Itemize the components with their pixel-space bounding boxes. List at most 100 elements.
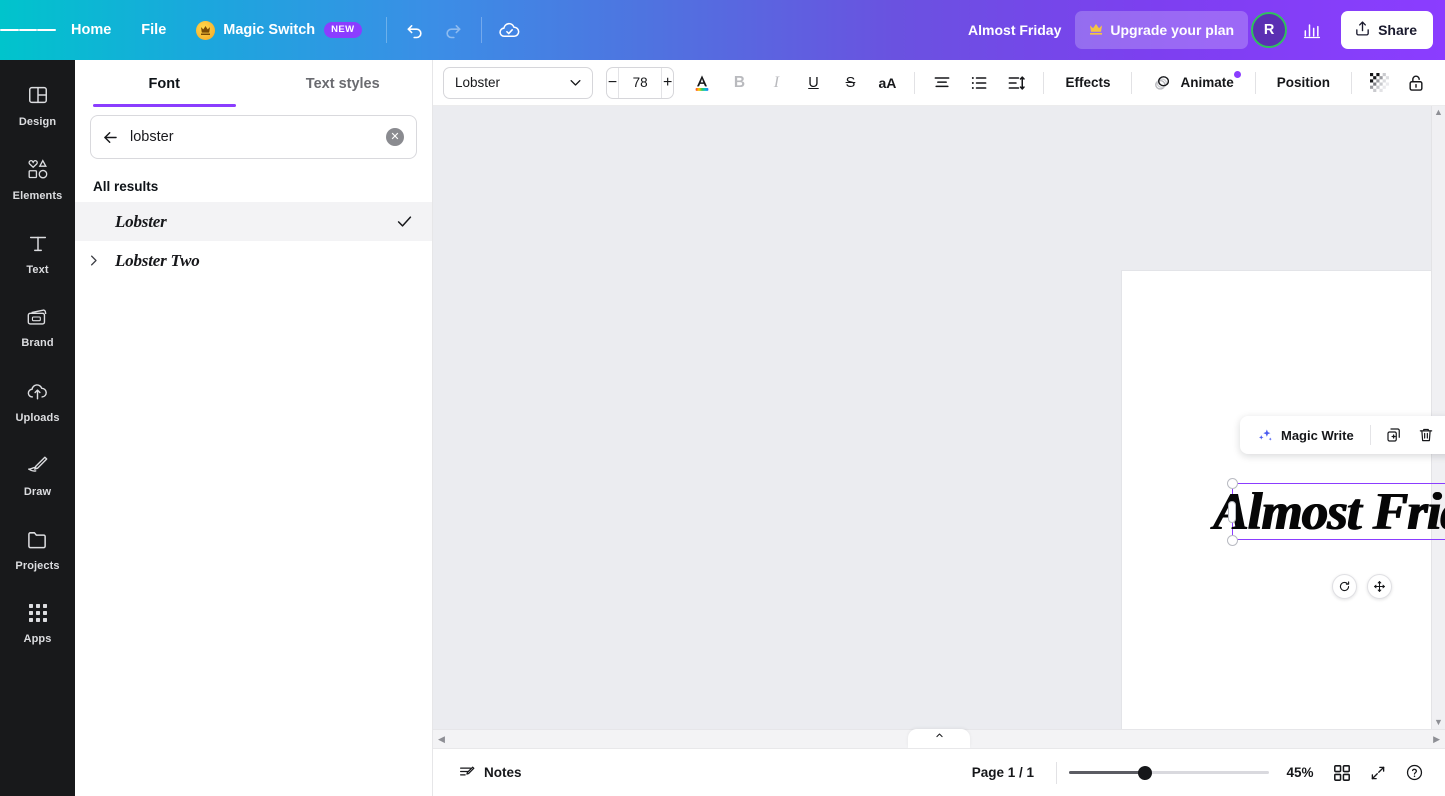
font-family-select[interactable]: Lobster <box>443 66 593 99</box>
bottom-right-group: Page 1 / 1 45% <box>972 756 1431 790</box>
cloud-saved-icon[interactable] <box>491 11 529 49</box>
sidebar-item-uploads[interactable]: Uploads <box>4 366 71 438</box>
lock-icon[interactable] <box>1399 66 1433 100</box>
panel-tabs: Font Text styles <box>75 60 432 107</box>
font-size-increase-button[interactable]: + <box>662 68 673 98</box>
sidebar-item-elements[interactable]: Elements <box>4 144 71 216</box>
top-navigation-bar: Home File Magic Switch NEW Almost Friday… <box>0 0 1445 60</box>
home-label: Home <box>71 22 112 38</box>
pen-icon <box>26 454 50 481</box>
animate-button[interactable]: Animate <box>1142 66 1244 100</box>
font-panel: Font Text styles ✕ All results <box>75 60 433 796</box>
undo-icon[interactable] <box>396 11 434 49</box>
notes-label: Notes <box>484 765 522 780</box>
magic-switch-menu-item[interactable]: Magic Switch NEW <box>183 12 374 48</box>
grid-apps-icon <box>28 603 48 628</box>
transparency-checker-icon[interactable] <box>1362 66 1396 100</box>
strikethrough-button[interactable]: S <box>833 66 867 100</box>
tab-text-styles[interactable]: Text styles <box>254 60 433 107</box>
magic-switch-new-badge: NEW <box>324 22 362 38</box>
upload-icon <box>1354 20 1371 40</box>
chevron-left-icon[interactable]: ◀ <box>438 734 445 744</box>
selected-text-element[interactable]: Almost Friday <box>1213 477 1445 546</box>
font-size-input[interactable] <box>618 67 663 98</box>
animate-circles-icon <box>1153 73 1173 92</box>
search-input[interactable] <box>130 129 376 145</box>
bullet-list-icon[interactable] <box>962 66 996 100</box>
font-size-decrease-button[interactable]: − <box>607 68 618 98</box>
sidebar-item-projects[interactable]: Projects <box>4 514 71 586</box>
font-name: Lobster <box>115 211 167 231</box>
scroll-down-icon[interactable]: ▼ <box>1434 718 1443 727</box>
sidebar-item-brand[interactable]: Brand <box>4 292 71 364</box>
resize-handle-top-left[interactable] <box>1226 477 1238 489</box>
notes-button[interactable]: Notes <box>449 757 531 789</box>
sidebar-item-apps[interactable]: Apps <box>4 588 71 660</box>
list-item[interactable]: Lobster <box>75 202 432 241</box>
rotate-icon[interactable] <box>1332 574 1357 599</box>
sidebar-item-draw[interactable]: Draw <box>4 440 71 512</box>
font-search-box[interactable]: ✕ <box>90 115 417 159</box>
text-color-A-icon[interactable] <box>685 66 719 100</box>
list-item[interactable]: Lobster Two <box>75 241 432 280</box>
home-menu-item[interactable]: Home <box>58 12 124 48</box>
clear-x-icon[interactable]: ✕ <box>386 128 404 146</box>
strikethrough-label: S <box>845 74 856 91</box>
upgrade-plan-button[interactable]: Upgrade your plan <box>1075 11 1249 49</box>
zoom-slider[interactable] <box>1069 762 1269 784</box>
arrow-left-icon[interactable] <box>101 128 120 147</box>
align-center-icon[interactable] <box>925 66 959 100</box>
tab-font[interactable]: Font <box>75 60 254 107</box>
notes-icon <box>458 764 476 782</box>
font-family-value: Lobster <box>455 75 501 90</box>
sidebar-item-label: Elements <box>12 190 63 202</box>
position-button[interactable]: Position <box>1266 66 1341 100</box>
avatar[interactable]: R <box>1251 12 1288 48</box>
share-button[interactable]: Share <box>1341 11 1433 49</box>
trash-icon[interactable] <box>1411 420 1441 450</box>
zoom-value[interactable]: 45% <box>1277 765 1323 780</box>
underline-label: U <box>808 74 819 91</box>
fullscreen-icon[interactable] <box>1361 756 1395 790</box>
collapse-panel-button[interactable] <box>908 729 970 748</box>
duplicate-icon[interactable] <box>1379 420 1409 450</box>
check-icon <box>395 212 414 231</box>
resize-handle-left[interactable] <box>1228 500 1236 523</box>
sidebar-item-design[interactable]: Design <box>4 70 71 142</box>
upgrade-label: Upgrade your plan <box>1110 22 1235 38</box>
folder-icon <box>26 529 49 555</box>
redo-icon[interactable] <box>434 11 472 49</box>
chevron-right-icon[interactable] <box>75 253 111 268</box>
grid-view-icon[interactable] <box>1325 756 1359 790</box>
element-toolbar-divider <box>1369 425 1371 445</box>
document-title[interactable]: Almost Friday <box>968 22 1061 38</box>
font-size-stepper: − + <box>606 66 675 99</box>
sidebar-item-text[interactable]: Text <box>4 218 71 290</box>
scroll-up-icon[interactable]: ▲ <box>1434 108 1443 117</box>
canva-editor-app: Home File Magic Switch NEW Almost Friday… <box>0 0 1445 796</box>
topbar-right-group: Almost Friday Upgrade your plan + R <box>968 11 1445 49</box>
canvas-area[interactable]: Magic Write Almost Fri ▲ ▼ ◀ ▶ <box>433 106 1445 748</box>
letter-case-button[interactable]: aA <box>870 66 904 100</box>
bold-button[interactable]: B <box>722 66 756 100</box>
resize-handle-bottom-left[interactable] <box>1226 534 1238 546</box>
horizontal-scrollbar[interactable]: ◀ ▶ <box>433 729 1445 748</box>
effects-button[interactable]: Effects <box>1054 66 1121 100</box>
underline-button[interactable]: U <box>796 66 830 100</box>
magic-write-button[interactable]: Magic Write <box>1249 420 1362 450</box>
zoom-knob[interactable] <box>1138 765 1152 780</box>
line-spacing-icon[interactable] <box>999 66 1033 100</box>
insights-bar-chart-icon[interactable] <box>1293 11 1331 49</box>
canvas-text[interactable]: Almost Friday <box>1213 469 1445 555</box>
chevron-right-icon[interactable]: ▶ <box>1433 734 1440 744</box>
italic-button[interactable]: I <box>759 66 793 100</box>
help-icon[interactable] <box>1397 756 1431 790</box>
sidebar-item-label: Design <box>18 116 57 128</box>
font-search-wrapper: ✕ <box>75 107 432 165</box>
cloud-upload-icon <box>26 380 49 407</box>
file-menu-item[interactable]: File <box>128 12 179 48</box>
hamburger-icon[interactable] <box>0 0 57 60</box>
move-icon[interactable] <box>1367 574 1392 599</box>
tab-font-label: Font <box>148 75 180 92</box>
animate-label: Animate <box>1180 75 1234 90</box>
